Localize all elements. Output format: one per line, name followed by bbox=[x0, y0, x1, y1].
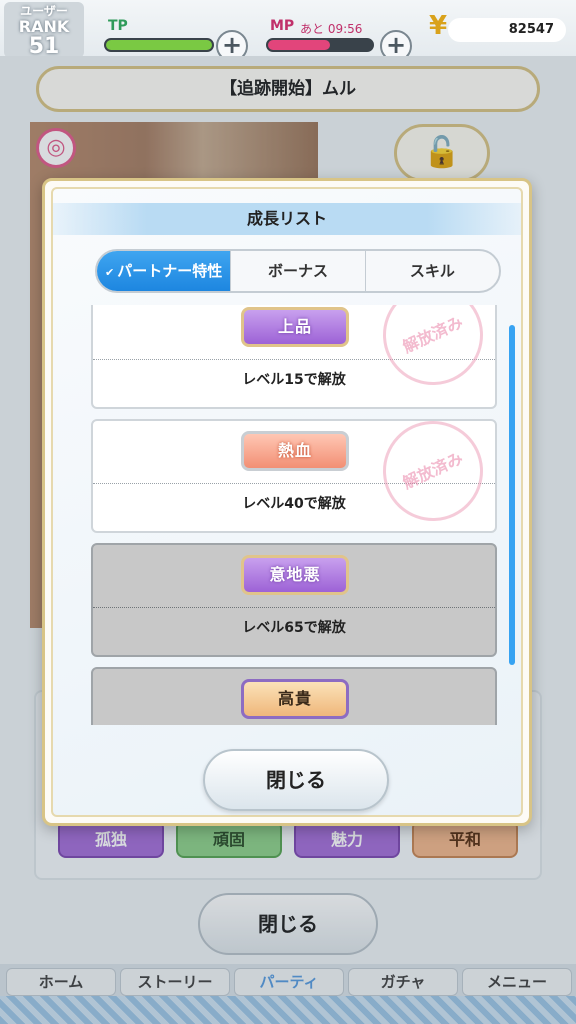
list-item: 上品 レベル15で解放 解放済み bbox=[91, 305, 500, 409]
list-item: 高貴 bbox=[91, 667, 497, 725]
growth-list-dialog: 成長リスト ✔ パートナー特性 ボーナス スキル 上品 レベル15で解放 解放済み… bbox=[42, 178, 532, 826]
trait-badge: 高貴 bbox=[241, 679, 349, 719]
mp-timer: あと 09:56 bbox=[300, 22, 363, 36]
list-item: 意地悪 レベル65で解放 bbox=[91, 543, 497, 657]
trait-badge: 上品 bbox=[241, 307, 349, 347]
mp-label: MP bbox=[270, 18, 295, 34]
dialog-body: 成長リスト ✔ パートナー特性 ボーナス スキル 上品 レベル15で解放 解放済み… bbox=[51, 187, 523, 817]
tab-skill[interactable]: スキル bbox=[364, 251, 499, 291]
status-bar: ユーザー RANK 51 TP + MP あと 09:56 + ¥ 82547 bbox=[0, 0, 576, 62]
tab-bonus[interactable]: ボーナス bbox=[230, 251, 364, 291]
currency-amount: 82547 bbox=[448, 18, 566, 42]
rank-value: 51 bbox=[28, 34, 60, 59]
unlock-condition: レベル65で解放 bbox=[242, 620, 346, 636]
mp-gauge bbox=[266, 38, 374, 52]
trait-badge: 意地悪 bbox=[241, 555, 349, 595]
tab-label: パートナー特性 bbox=[117, 262, 223, 280]
active-check-icon: ✔ bbox=[105, 266, 115, 279]
user-rank-badge: ユーザー RANK 51 bbox=[4, 2, 84, 58]
rank-label: ユーザー bbox=[20, 4, 68, 18]
dialog-title: 成長リスト bbox=[53, 203, 521, 235]
list-item: 熱血 レベル40で解放 解放済み bbox=[91, 404, 500, 538]
tp-label: TP bbox=[108, 18, 128, 34]
tp-gauge bbox=[104, 38, 214, 52]
trait-badge: 熱血 bbox=[241, 431, 349, 471]
unlocked-stamp: 解放済み bbox=[366, 404, 500, 538]
tab-bar: ✔ パートナー特性 ボーナス スキル bbox=[95, 249, 501, 293]
divider bbox=[93, 607, 495, 608]
growth-list[interactable]: 上品 レベル15で解放 解放済み 熱血 レベル40で解放 解放済み 意地悪 レベ… bbox=[91, 305, 501, 725]
tab-partner-traits[interactable]: ✔ パートナー特性 bbox=[97, 251, 231, 291]
close-button[interactable]: 閉じる bbox=[203, 749, 389, 811]
list-scrollbar[interactable] bbox=[509, 325, 515, 665]
